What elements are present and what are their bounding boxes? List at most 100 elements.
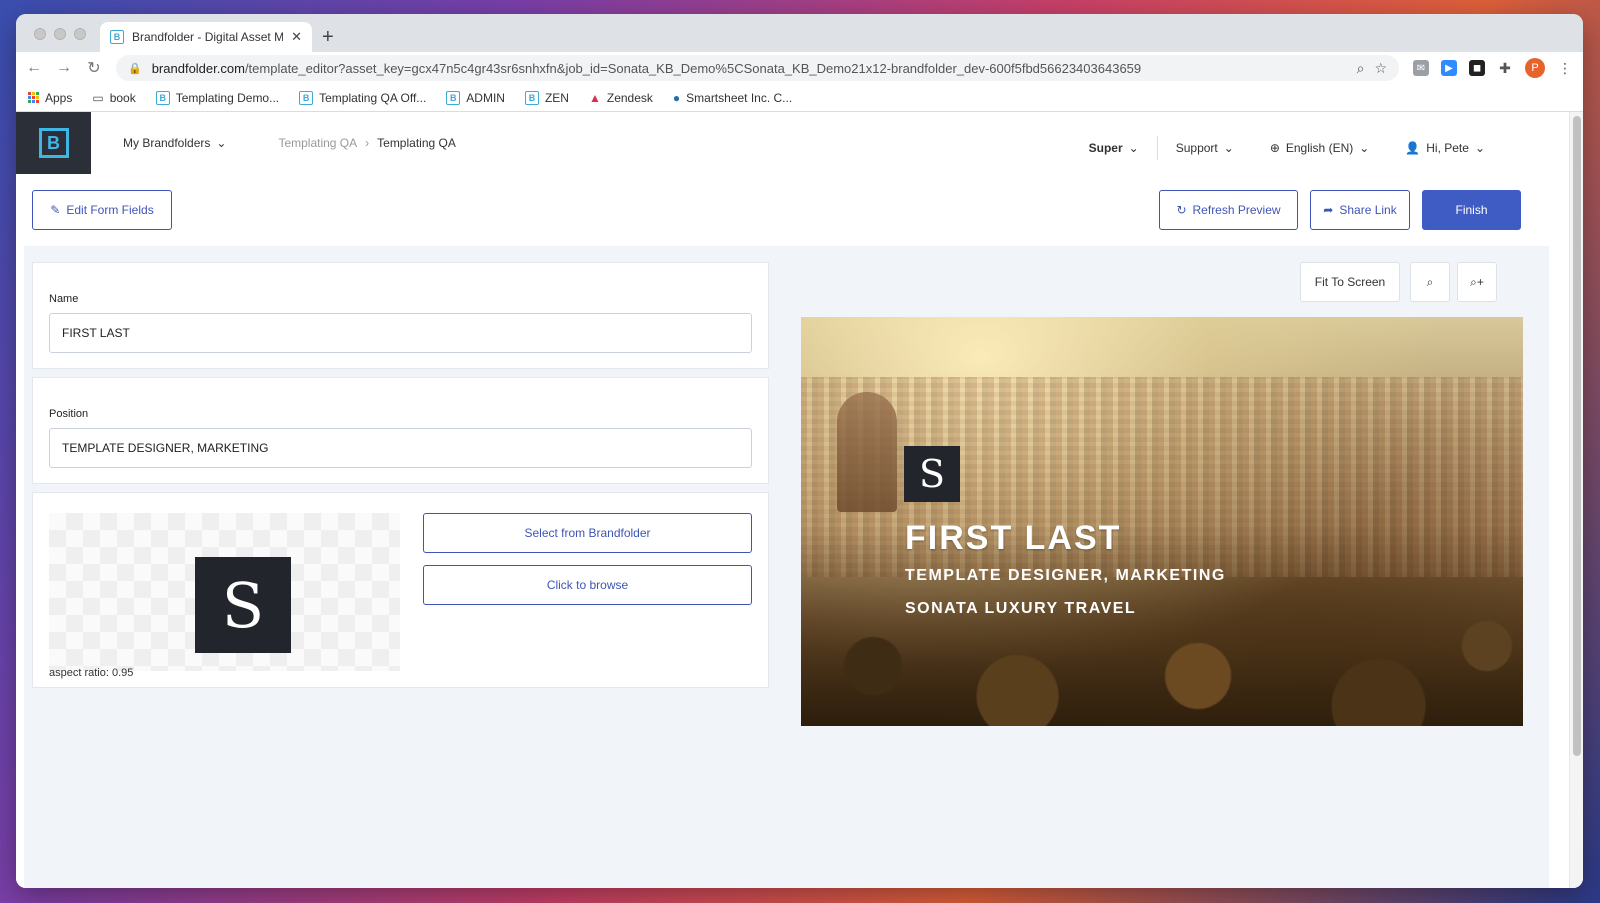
- finish-button[interactable]: Finish: [1422, 190, 1521, 230]
- name-input[interactable]: FIRST LAST: [49, 313, 752, 353]
- magnifier-plus-icon: ⌕+: [1470, 274, 1484, 289]
- share-link-button[interactable]: ➦ Share Link: [1310, 190, 1410, 230]
- close-window-button[interactable]: [34, 28, 46, 40]
- position-field-panel: Position TEMPLATE DESIGNER, MARKETING: [32, 377, 769, 484]
- url-path: /template_editor?asset_key=gcx47n5c4gr43…: [244, 60, 1142, 76]
- breadcrumb-item[interactable]: Templating QA: [278, 136, 357, 150]
- browser-window: B Brandfolder - Digital Asset Mar ✕ + ← …: [16, 14, 1583, 888]
- maximize-window-button[interactable]: [74, 28, 86, 40]
- folder-icon: ▭: [92, 90, 104, 105]
- bookmark-label: ZEN: [544, 90, 569, 105]
- bookmark-zendesk[interactable]: ▲ Zendesk: [589, 91, 653, 105]
- editor-content: Name FIRST LAST Position TEMPLATE DESIGN…: [24, 246, 1549, 888]
- bookmark-admin[interactable]: B ADMIN: [446, 90, 505, 105]
- click-to-browse-button[interactable]: Click to browse: [423, 565, 752, 605]
- zoom-in-button[interactable]: ⌕: [1410, 262, 1450, 302]
- address-row: ← → ↻ 🔒 brandfolder.com/template_editor?…: [16, 52, 1583, 84]
- super-menu[interactable]: Super ⌄: [1071, 141, 1157, 155]
- extensions-puzzle-icon[interactable]: ✚: [1497, 60, 1513, 76]
- bookmark-apps[interactable]: Apps: [28, 91, 72, 105]
- bookmark-zen[interactable]: B ZEN: [524, 90, 569, 105]
- brandfolder-favicon-icon: B: [524, 90, 539, 105]
- bookmark-label: ADMIN: [466, 90, 505, 105]
- user-menu[interactable]: 👤 Hi, Pete ⌄: [1387, 141, 1503, 155]
- tab-title: Brandfolder - Digital Asset Mar: [132, 30, 284, 44]
- extension-dark-icon[interactable]: ◼: [1469, 60, 1485, 76]
- chevron-down-icon: ⌄: [1474, 141, 1485, 155]
- chevron-down-icon: ⌄: [1359, 141, 1370, 155]
- brandfolder-favicon-icon: B: [155, 90, 170, 105]
- finish-label: Finish: [1455, 203, 1488, 217]
- extension-zoom-icon[interactable]: ▶: [1441, 60, 1457, 76]
- bookmark-templating-qa[interactable]: B Templating QA Off...: [299, 90, 427, 105]
- aspect-ratio-text: aspect ratio: 0.95: [49, 667, 134, 679]
- preview-logo: S: [904, 446, 960, 502]
- zoom-plus-button[interactable]: ⌕+: [1457, 262, 1497, 302]
- bookmark-label: Templating QA Off...: [319, 90, 427, 105]
- position-input[interactable]: TEMPLATE DESIGNER, MARKETING: [49, 428, 752, 468]
- refresh-icon: ↻: [1176, 203, 1187, 217]
- cathedral-silhouette: [837, 392, 897, 512]
- tab-strip: B Brandfolder - Digital Asset Mar ✕ +: [16, 14, 1583, 52]
- brandfolder-logo[interactable]: B: [16, 112, 91, 174]
- preview-company: SONATA LUXURY TRAVEL: [905, 600, 1137, 617]
- profile-avatar[interactable]: P: [1525, 58, 1545, 78]
- language-label: English (EN): [1285, 141, 1354, 155]
- bookmarks-bar: Apps ▭ book B Templating Demo... B Templ…: [16, 84, 1583, 112]
- logo-field-panel: S aspect ratio: 0.95 Select from Brandfo…: [32, 492, 769, 688]
- brandfolder-favicon-icon: B: [110, 30, 124, 44]
- bookmark-label: Smartsheet Inc. C...: [686, 90, 793, 105]
- language-menu[interactable]: ⊕ English (EN) ⌄: [1252, 141, 1387, 155]
- back-arrow-icon[interactable]: ←: [26, 59, 42, 77]
- brandfolder-app: B My Brandfolders ⌄ Templating QA › Temp…: [16, 112, 1583, 888]
- app-header: B My Brandfolders ⌄ Templating QA › Temp…: [16, 112, 1583, 174]
- my-brandfolders-menu[interactable]: My Brandfolders ⌄: [123, 136, 226, 150]
- browser-tab[interactable]: B Brandfolder - Digital Asset Mar ✕: [100, 22, 312, 52]
- share-link-label: Share Link: [1339, 203, 1397, 217]
- bookmark-label: book: [109, 90, 136, 105]
- url-host: brandfolder.com: [151, 60, 245, 76]
- bookmark-smartsheet[interactable]: ● Smartsheet Inc. C...: [673, 91, 792, 105]
- select-from-brandfolder-button[interactable]: Select from Brandfolder: [423, 513, 752, 553]
- url-text: brandfolder.com/template_editor?asset_ke…: [152, 61, 1347, 76]
- browser-menu-icon[interactable]: ⋮: [1557, 60, 1573, 76]
- apps-grid-icon: [28, 92, 39, 103]
- bookmark-star-icon[interactable]: ☆: [1374, 60, 1387, 77]
- bookmark-templating-demo[interactable]: B Templating Demo...: [155, 90, 280, 105]
- reload-icon[interactable]: ↻: [86, 58, 102, 78]
- bookmark-label: Apps: [45, 90, 73, 105]
- page-scrollbar[interactable]: [1569, 112, 1583, 888]
- sonata-logo-thumbnail: S: [195, 557, 291, 653]
- tab-close-icon[interactable]: ✕: [291, 29, 302, 45]
- extension-mail-icon[interactable]: ✉: [1413, 60, 1429, 76]
- bookmark-label: Templating Demo...: [175, 90, 280, 105]
- lock-icon: 🔒: [128, 62, 142, 75]
- preview-name: FIRST LAST: [905, 519, 1122, 557]
- scrollbar-thumb[interactable]: [1573, 116, 1581, 756]
- zoom-magnifier-icon[interactable]: ⌕: [1357, 60, 1365, 77]
- chevron-down-icon: ⌄: [1223, 141, 1234, 155]
- template-preview-canvas: S FIRST LAST TEMPLATE DESIGNER, MARKETIN…: [801, 317, 1523, 726]
- refresh-preview-label: Refresh Preview: [1192, 203, 1281, 217]
- breadcrumb-current: Templating QA: [377, 136, 456, 150]
- preview-position: TEMPLATE DESIGNER, MARKETING: [905, 567, 1226, 584]
- edit-form-fields-button[interactable]: ✎ Edit Form Fields: [32, 190, 172, 230]
- refresh-preview-button[interactable]: ↻ Refresh Preview: [1159, 190, 1298, 230]
- forward-arrow-icon[interactable]: →: [56, 59, 72, 77]
- globe-icon: ⊕: [1269, 141, 1280, 155]
- name-label: Name: [49, 293, 79, 305]
- editor-toolbar: ✎ Edit Form Fields ↻ Refresh Preview ➦ S…: [16, 174, 1583, 246]
- super-label: Super: [1088, 141, 1123, 155]
- fit-to-screen-button[interactable]: Fit To Screen: [1300, 262, 1400, 302]
- address-bar[interactable]: 🔒 brandfolder.com/template_editor?asset_…: [116, 55, 1399, 81]
- brandfolder-favicon-icon: B: [299, 90, 314, 105]
- support-menu[interactable]: Support ⌄: [1158, 141, 1252, 155]
- zendesk-icon: ▲: [588, 90, 601, 105]
- bookmark-book[interactable]: ▭ book: [92, 91, 135, 105]
- header-right-menu: Super ⌄ Support ⌄ ⊕ English (EN) ⌄ 👤 Hi,…: [1071, 136, 1503, 160]
- bookmark-label: Zendesk: [606, 90, 653, 105]
- pencil-icon: ✎: [50, 203, 61, 217]
- user-greeting: Hi, Pete: [1426, 141, 1469, 155]
- new-tab-icon[interactable]: +: [322, 26, 334, 49]
- minimize-window-button[interactable]: [54, 28, 66, 40]
